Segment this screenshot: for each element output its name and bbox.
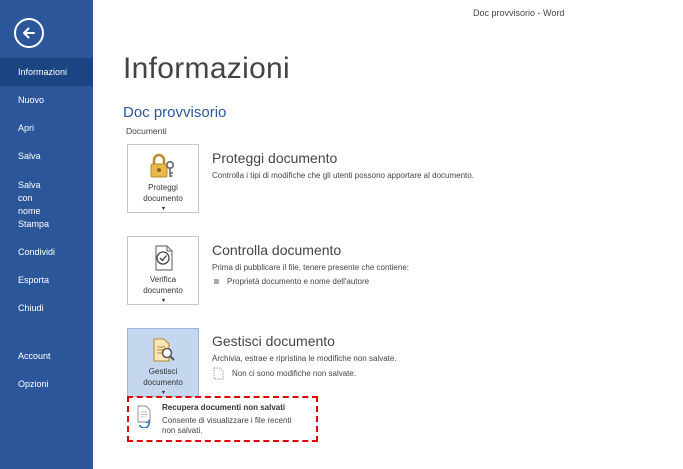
- nav-item-nuovo[interactable]: Nuovo: [0, 86, 93, 114]
- inspect-bullet: Proprietà documento e nome dell'autore: [214, 277, 369, 286]
- nav-item-apri[interactable]: Apri: [0, 114, 93, 142]
- manage-note: Non ci sono modifiche non salvate.: [213, 367, 356, 380]
- back-arrow-icon: [23, 27, 35, 39]
- nav-item-chiudi[interactable]: Chiudi: [0, 294, 93, 322]
- chevron-down-icon: ▼: [160, 298, 167, 304]
- document-search-icon: [148, 336, 178, 364]
- protect-title: Proteggi documento: [212, 150, 338, 166]
- backstage-sidebar: Informazioni Nuovo Apri Salva Salva con …: [0, 0, 93, 469]
- nav-item-account[interactable]: Account: [0, 342, 93, 370]
- inspect-title: Controlla documento: [212, 242, 342, 258]
- document-name: Doc provvisorio: [123, 104, 227, 121]
- nav-item-salva[interactable]: Salva: [0, 142, 93, 170]
- window-title: Doc provvisorio - Word: [473, 8, 565, 18]
- protect-document-button[interactable]: Proteggi documento ▼: [127, 144, 199, 213]
- bullet-square-icon: [214, 279, 219, 284]
- inspect-document-button[interactable]: Verifica documento ▼: [127, 236, 199, 305]
- nav-separator: [0, 322, 93, 342]
- chevron-down-icon: ▼: [160, 206, 167, 212]
- nav-item-opzioni[interactable]: Opzioni: [0, 370, 93, 398]
- manage-button-label: Gestisci documento ▼: [143, 367, 183, 399]
- document-check-icon: [148, 244, 178, 272]
- nav-item-informazioni[interactable]: Informazioni: [0, 58, 93, 86]
- nav-item-condividi[interactable]: Condividi: [0, 238, 93, 266]
- nav-item-stampa[interactable]: Stampa: [0, 210, 93, 238]
- lock-key-icon: [148, 152, 178, 180]
- manage-description: Archivia, estrae e ripristina le modific…: [212, 354, 397, 363]
- protect-description: Controlla i tipi di modifiche che gli ut…: [212, 171, 474, 180]
- recover-title: Recupera documenti non salvati: [162, 403, 286, 412]
- manage-title: Gestisci documento: [212, 333, 335, 349]
- backstage-nav: Informazioni Nuovo Apri Salva Salva con …: [0, 58, 93, 398]
- recover-unsaved-documents-item[interactable]: Recupera documenti non salvati Consente …: [127, 396, 318, 442]
- manage-document-button[interactable]: Gestisci documento ▼: [127, 328, 199, 397]
- recover-document-icon: [137, 405, 151, 428]
- recover-description: Consente di visualizzare i file recenti …: [162, 416, 292, 435]
- no-changes-document-icon: [213, 367, 224, 380]
- inspect-button-label: Verifica documento ▼: [143, 275, 183, 307]
- back-button[interactable]: [14, 18, 44, 48]
- page-title: Informazioni: [123, 52, 291, 85]
- inspect-description: Prima di pubblicare il file, tenere pres…: [212, 263, 409, 272]
- protect-button-label: Proteggi documento ▼: [143, 183, 183, 215]
- nav-item-salva-con-nome[interactable]: Salva con nome: [0, 170, 70, 216]
- document-location: Documenti: [126, 126, 167, 136]
- nav-item-esporta[interactable]: Esporta: [0, 266, 93, 294]
